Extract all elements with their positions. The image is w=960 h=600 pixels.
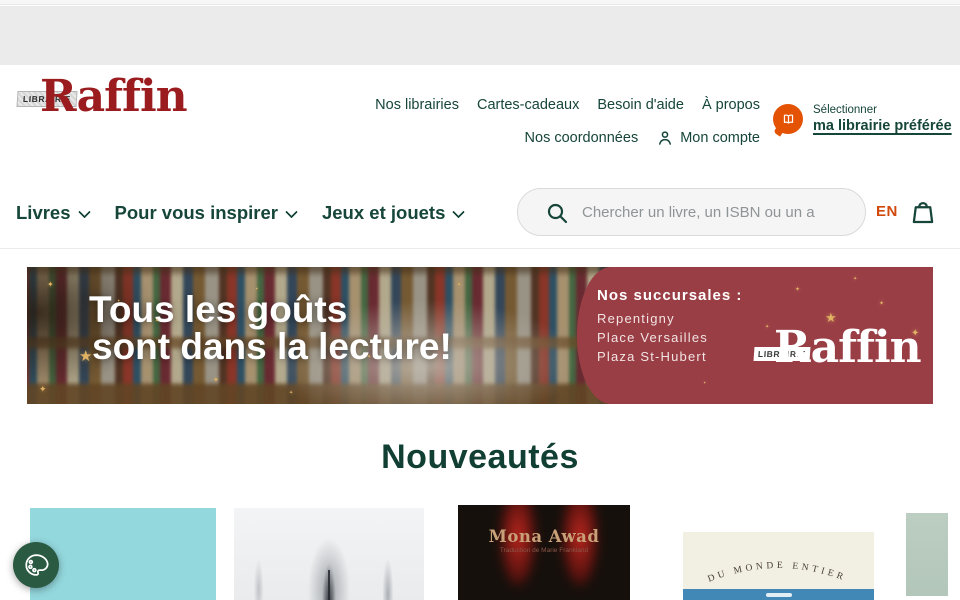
branches-list: Repentigny Place Versailles Plaza St-Hub… xyxy=(597,309,708,366)
nav-nos-coordonnees[interactable]: Nos coordonnées xyxy=(525,130,639,146)
branch-repentigny: Repentigny xyxy=(597,309,708,328)
star-icon: ✦ xyxy=(727,293,730,297)
star-icon: ✦ xyxy=(765,325,769,330)
book-cover-4[interactable]: DU MONDE ENTIER xyxy=(683,532,874,600)
header-divider xyxy=(0,248,960,249)
book-translation-credit: Traduction de Marie Frankland xyxy=(458,547,630,554)
cover-blue-band xyxy=(683,589,874,600)
account-link[interactable]: Mon compte xyxy=(656,129,760,147)
nav-nos-librairies[interactable]: Nos librairies xyxy=(375,97,459,113)
arched-collection-text: DU MONDE ENTIER xyxy=(683,540,874,590)
hero-raffin-logo: LIBRAIRIE Raffin xyxy=(752,331,932,397)
star-icon: ✦ xyxy=(457,283,461,288)
branch-place-versailles: Place Versailles xyxy=(597,328,708,347)
accessibility-palette-button[interactable] xyxy=(13,542,59,588)
svg-text:DU MONDE ENTIER: DU MONDE ENTIER xyxy=(707,561,848,585)
account-label: Mon compte xyxy=(680,130,760,146)
book-cover-2[interactable] xyxy=(234,508,424,600)
branch-plaza-st-hubert: Plaza St-Hubert xyxy=(597,347,708,366)
star-icon: ✦ xyxy=(367,355,371,360)
librairie-raffin-homepage: LIBRAIRIE Raffin Nos librairies Cartes-c… xyxy=(0,0,960,600)
star-icon: ✦ xyxy=(39,385,47,394)
utility-nav-row1: Nos librairies Cartes-cadeaux Besoin d'a… xyxy=(375,97,760,113)
tiny-title-text xyxy=(766,593,792,597)
logo-wordmark: Raffin xyxy=(40,71,187,122)
nav-besoin-daide[interactable]: Besoin d'aide xyxy=(597,97,684,113)
hero-banner[interactable]: Tous les goûts sont dans la lecture! Nos… xyxy=(27,267,933,404)
star-icon: ✦ xyxy=(213,377,219,384)
star-icon: ✦ xyxy=(155,319,159,324)
search-icon[interactable] xyxy=(545,201,569,225)
nav-cartes-cadeaux[interactable]: Cartes-cadeaux xyxy=(477,97,579,113)
nav-jeux-label: Jeux et jouets xyxy=(322,202,445,224)
star-icon: ✦ xyxy=(117,299,120,303)
nav-pour-vous-inspirer[interactable]: Pour vous inspirer xyxy=(115,202,296,224)
star-icon: ✦ xyxy=(47,281,54,289)
hero-headline: Tous les goûts sont dans la lecture! xyxy=(89,291,452,365)
search-input[interactable] xyxy=(582,190,852,234)
star-icon: ✦ xyxy=(879,301,884,307)
nav-inspirer-label: Pour vous inspirer xyxy=(115,202,278,224)
nav-jeux-et-jouets[interactable]: Jeux et jouets xyxy=(322,202,463,224)
utility-nav-row2: Nos coordonnées Mon compte xyxy=(525,129,760,147)
nav-a-propos[interactable]: À propos xyxy=(702,97,760,113)
preferred-store-selector[interactable]: Sélectionner ma librairie préférée xyxy=(773,104,952,134)
top-strip xyxy=(0,0,960,5)
hero-logo-wordmark: Raffin xyxy=(774,322,921,373)
star-icon: ✦ xyxy=(795,287,800,293)
chevron-down-icon xyxy=(285,205,298,218)
store-pin-icon xyxy=(773,104,803,134)
star-icon: ✦ xyxy=(853,277,857,282)
section-title-nouveautes: Nouveautés xyxy=(0,438,960,477)
chevron-down-icon xyxy=(78,205,91,218)
store-selector-line1: Sélectionner xyxy=(813,105,952,117)
star-icon: ★ xyxy=(79,349,92,364)
person-icon xyxy=(656,129,674,147)
main-nav: Livres Pour vous inspirer Jeux et jouets xyxy=(16,196,463,230)
search-bar[interactable] xyxy=(517,188,866,236)
star-icon: ✦ xyxy=(289,391,293,396)
cart-bag-icon[interactable] xyxy=(908,197,938,227)
nav-livres[interactable]: Livres xyxy=(16,202,89,224)
nav-livres-label: Livres xyxy=(16,202,71,224)
site-logo[interactable]: LIBRAIRIE Raffin xyxy=(14,80,184,136)
store-selector-text: Sélectionner ma librairie préférée xyxy=(813,105,952,134)
star-icon: ✦ xyxy=(255,287,258,291)
open-book-icon xyxy=(780,111,797,128)
hero-headline-line2: sont dans la lecture! xyxy=(89,328,452,365)
palette-icon xyxy=(22,551,50,579)
top-gray-band xyxy=(0,6,960,65)
language-toggle[interactable]: EN xyxy=(876,203,898,220)
chevron-down-icon xyxy=(453,205,466,218)
star-icon: ✦ xyxy=(703,381,706,385)
hero-headline-line1: Tous les goûts xyxy=(89,291,452,328)
book-cover-3[interactable]: Mona Awad Traduction de Marie Frankland xyxy=(458,505,630,600)
store-selector-link[interactable]: ma librairie préférée xyxy=(813,119,952,134)
branches-title: Nos succursales : xyxy=(597,287,742,304)
book-cover-5[interactable] xyxy=(906,513,948,596)
book-author: Mona Awad xyxy=(458,527,630,546)
book-cover-1[interactable] xyxy=(30,508,216,600)
